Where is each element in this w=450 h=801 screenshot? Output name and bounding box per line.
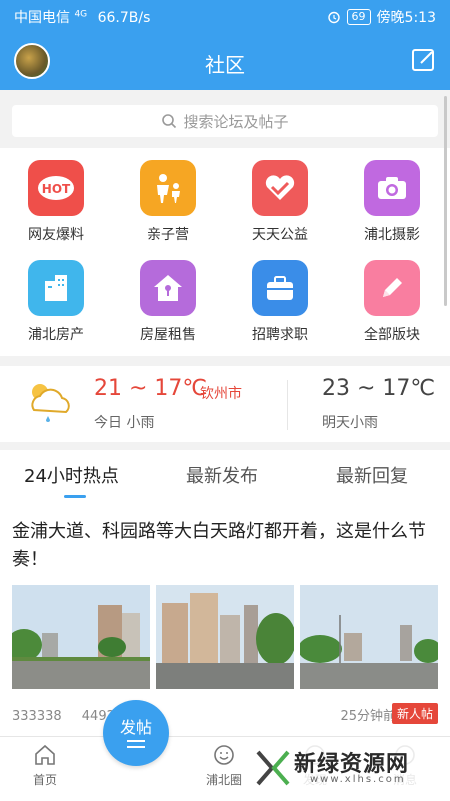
watermark: 新绿资源网 www.xlhs.com (250, 742, 430, 796)
tomorrow-weather-desc: 明天小雨 (322, 415, 378, 431)
building-icon (28, 260, 84, 316)
post-author[interactable]: 333338 (12, 709, 62, 724)
feed-tabs: 24小时热点 最新发布 最新回复 (0, 450, 450, 498)
house-key-icon (140, 260, 196, 316)
category-rental[interactable]: 房屋租售 (112, 260, 224, 344)
category-label: 浦北摄影 (364, 227, 420, 243)
scrollbar[interactable] (444, 96, 447, 306)
tab-24h-hot[interactable]: 24小时热点 (24, 462, 119, 488)
carrier-text: 中国电信 (14, 10, 70, 26)
category-grid: HOT 网友爆料 亲子营 天天公益 浦北摄影 浦北房产 房屋租售 招聘求职 全部… (0, 148, 450, 356)
home-icon (35, 744, 55, 765)
new-post-label: 发帖 (119, 718, 152, 737)
signal-text: 4G (74, 9, 88, 20)
svg-text:HOT: HOT (42, 182, 71, 196)
post-title[interactable]: 金浦大道、科园路等大白天路灯都开着，这是什么节奏！ (12, 518, 438, 574)
new-user-badge: 新人帖 (391, 703, 438, 724)
active-tab-indicator (64, 495, 86, 498)
category-charity[interactable]: 天天公益 (224, 160, 336, 244)
briefcase-icon (252, 260, 308, 316)
category-label: 全部版块 (364, 327, 420, 343)
feed-section: 24小时热点 最新发布 最新回复 金浦大道、科园路等大白天路灯都开着，这是什么节… (0, 450, 450, 736)
today-temperature: 21 ~ 17℃ (94, 376, 208, 401)
category-real-estate[interactable]: 浦北房产 (0, 260, 112, 344)
search-input[interactable]: 搜索论坛及帖子 (12, 105, 438, 137)
tab-pubei-circle[interactable]: 浦北圈 (189, 743, 259, 788)
post-image[interactable] (156, 585, 294, 689)
battery-indicator: 69 (346, 9, 371, 25)
category-photography[interactable]: 浦北摄影 (336, 160, 448, 244)
post-image[interactable] (12, 585, 150, 689)
tab-latest-posts[interactable]: 最新发布 (186, 462, 258, 488)
status-right: 69 傍晚5:13 (327, 7, 436, 27)
network-speed: 66.7B/s (97, 10, 151, 26)
weather-divider (287, 380, 288, 430)
menu-lines-icon (127, 740, 145, 748)
watermark-url: www.xlhs.com (310, 774, 406, 785)
alarm-icon (327, 11, 340, 24)
category-label: 网友爆料 (28, 227, 84, 243)
rain-cloud-icon (31, 384, 70, 422)
post-images (12, 585, 438, 689)
camera-icon (364, 160, 420, 216)
compose-icon[interactable] (410, 46, 438, 74)
today-weather-desc: 今日 小雨 (94, 415, 155, 431)
category-label: 房屋租售 (140, 327, 196, 343)
tab-label: 浦北圈 (205, 773, 242, 787)
heart-hands-icon (252, 160, 308, 216)
category-net-news[interactable]: HOT 网友爆料 (0, 160, 112, 244)
watermark-logo-icon (256, 750, 290, 786)
search-icon (162, 114, 177, 129)
tomorrow-temperature: 23 ~ 17℃ (322, 376, 436, 401)
tab-latest-replies[interactable]: 最新回复 (336, 462, 408, 488)
status-left: 中国电信 4G 66.7B/s (14, 7, 150, 27)
circle-smile-icon (214, 745, 234, 765)
top-navbar: 社区 (0, 32, 450, 90)
search-area: 搜索论坛及帖子 (0, 90, 450, 148)
post-image[interactable] (300, 585, 438, 689)
pencil-icon (364, 260, 420, 316)
category-all-boards[interactable]: 全部版块 (336, 260, 448, 344)
status-bar: 中国电信 4G 66.7B/s 69 傍晚5:13 (0, 0, 450, 32)
category-label: 天天公益 (252, 227, 308, 243)
category-label: 招聘求职 (252, 327, 308, 343)
category-label: 亲子营 (147, 227, 189, 243)
category-label: 浦北房产 (28, 327, 84, 343)
category-parent-child[interactable]: 亲子营 (112, 160, 224, 244)
city-name: 钦州市 (200, 386, 242, 402)
new-post-button[interactable]: 发帖 (103, 700, 169, 766)
tab-home[interactable]: 首页 (10, 743, 80, 788)
hot-icon: HOT (28, 160, 84, 216)
weather-panel[interactable]: 21 ~ 17℃ 钦州市 今日 小雨 23 ~ 17℃ 明天小雨 (0, 366, 450, 442)
search-placeholder: 搜索论坛及帖子 (183, 112, 289, 131)
parent-child-icon (140, 160, 196, 216)
clock-text: 傍晚5:13 (376, 10, 436, 26)
category-jobs[interactable]: 招聘求职 (224, 260, 336, 344)
tab-label: 首页 (32, 773, 57, 787)
page-title: 社区 (205, 53, 245, 77)
post-time: 25分钟前 (340, 709, 396, 724)
